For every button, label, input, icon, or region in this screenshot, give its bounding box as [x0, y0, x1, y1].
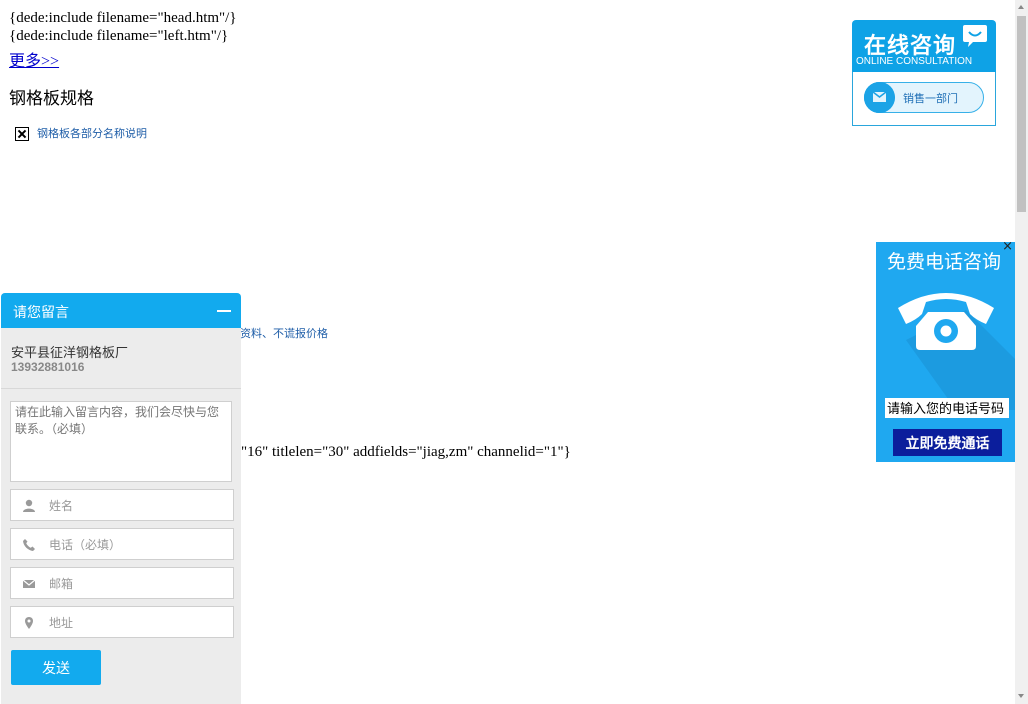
scrollbar-thumb[interactable] — [1017, 16, 1026, 212]
include-head-text: {dede:include filename="head.htm"/} — [9, 10, 237, 26]
free-call-button[interactable]: 立即免费通话 — [893, 429, 1002, 456]
user-icon — [23, 499, 35, 512]
send-button[interactable]: 发送 — [11, 650, 101, 685]
phone-number-input[interactable] — [885, 398, 1009, 418]
scroll-up-arrow-icon[interactable] — [1018, 5, 1024, 9]
phone-icon — [23, 539, 35, 551]
free-call-panel: 免费电话咨询 × 立即免费通话 — [876, 242, 1016, 462]
consultation-body: 销售一部门 — [852, 72, 996, 126]
chat-bubble-icon — [963, 25, 987, 47]
scroll-down-arrow-icon[interactable] — [1018, 694, 1024, 698]
broken-image-icon — [15, 127, 29, 141]
include-left-text: {dede:include filename="left.htm"/} — [9, 28, 229, 44]
divider — [1, 388, 241, 389]
telephone-icon — [898, 293, 1016, 410]
email-field[interactable] — [10, 567, 234, 599]
minimize-icon[interactable] — [217, 310, 231, 312]
email-input[interactable] — [47, 574, 231, 594]
close-icon[interactable]: × — [1002, 242, 1013, 254]
sales-department-label: 销售一部门 — [903, 93, 958, 105]
company-phone: 13932881016 — [11, 360, 85, 374]
phone-input[interactable] — [47, 535, 231, 555]
consultation-subtitle: ONLINE CONSULTATION — [856, 56, 973, 67]
template-code-text: "16" titlelen="30" addfields="jiag,zm" c… — [241, 444, 571, 460]
online-consultation-panel: 在线咨询 ONLINE CONSULTATION 销售一部门 — [852, 20, 996, 126]
name-input[interactable] — [47, 496, 231, 516]
mail-icon — [22, 579, 36, 588]
image-alt-text: 钢格板各部分名称说明 — [37, 128, 147, 140]
sales-department-button[interactable]: 销售一部门 — [864, 82, 984, 113]
address-input[interactable] — [47, 613, 231, 633]
message-widget-title: 请您留言 — [13, 304, 69, 320]
vertical-scrollbar[interactable] — [1015, 0, 1028, 704]
message-content-input[interactable] — [10, 401, 232, 482]
page-title: 钢格板规格 — [9, 89, 94, 108]
name-field[interactable] — [10, 489, 234, 521]
consultation-header: 在线咨询 ONLINE CONSULTATION — [852, 20, 996, 72]
company-name: 安平县征洋钢格板厂 — [11, 345, 129, 360]
info-link[interactable]: 资料、不谎报价格 — [240, 325, 328, 341]
qq-chat-icon — [864, 82, 895, 113]
phone-field[interactable] — [10, 528, 234, 560]
more-link[interactable]: 更多>> — [9, 47, 59, 71]
message-widget-header: 请您留言 — [1, 293, 241, 328]
address-field[interactable] — [10, 606, 234, 638]
location-pin-icon — [25, 617, 33, 629]
message-widget: 请您留言 安平县征洋钢格板厂 13932881016 发送 — [1, 293, 241, 704]
